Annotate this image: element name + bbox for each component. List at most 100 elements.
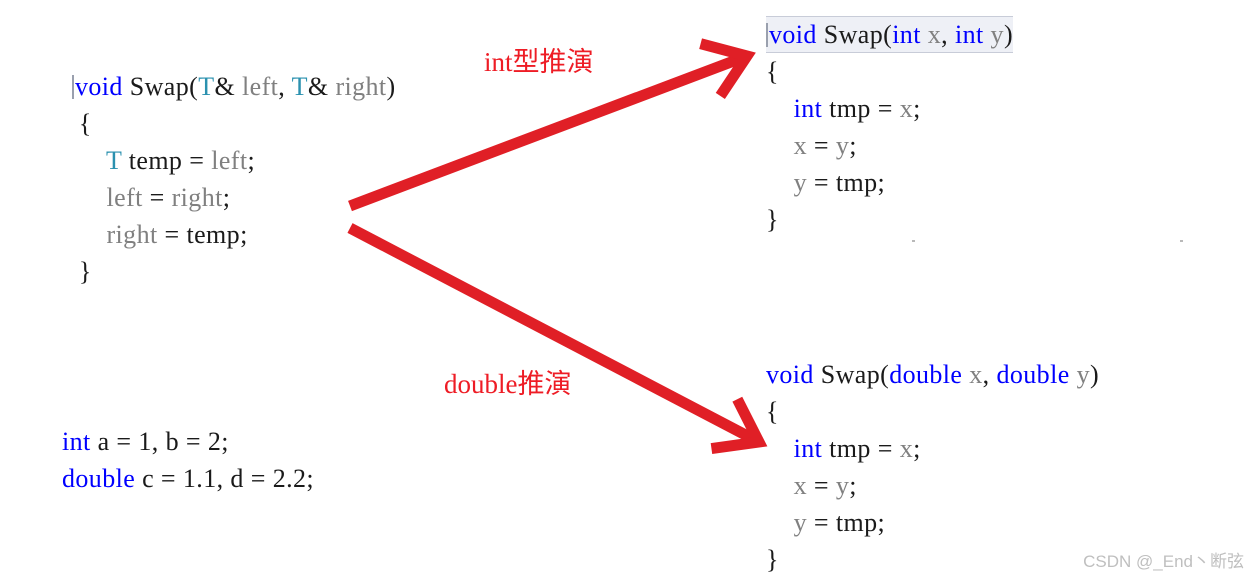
- code-token: ;: [913, 434, 921, 463]
- code-token: y: [835, 131, 850, 160]
- code-token: =: [109, 427, 139, 456]
- code-token: =: [154, 464, 183, 493]
- code-token: (: [883, 20, 893, 49]
- arrow-to-double-instantiation: [347, 223, 768, 455]
- code-token: ): [1089, 360, 1100, 389]
- code-line: {: [72, 105, 396, 142]
- code-line: }: [72, 253, 396, 290]
- code-token: void: [766, 360, 814, 389]
- code-token: T: [291, 72, 308, 101]
- code-token: =: [807, 471, 836, 500]
- code-token: left: [242, 72, 279, 101]
- code-token: ,: [278, 72, 292, 101]
- render-artifact-dot: [1180, 240, 1183, 242]
- code-token: &: [214, 72, 243, 101]
- code-token: Swap: [823, 20, 884, 49]
- code-token: 2: [207, 427, 222, 456]
- code-token: }: [72, 257, 92, 286]
- code-token: x: [927, 20, 942, 49]
- code-token: }: [766, 205, 779, 234]
- code-token: ;: [849, 131, 857, 160]
- code-token: (: [880, 360, 890, 389]
- code-token: 1.1: [182, 464, 217, 493]
- code-token: &: [307, 72, 336, 101]
- code-token: ;: [849, 471, 857, 500]
- code-token: y: [1076, 360, 1090, 389]
- code-token: y: [793, 508, 808, 537]
- code-token: Swap: [820, 360, 881, 389]
- code-token: tmp: [829, 434, 871, 463]
- code-token: =: [142, 183, 172, 212]
- code-token: double: [996, 360, 1070, 389]
- code-line: int tmp = x;: [766, 430, 1099, 467]
- template-swap-code-block: void Swap(T& left, T& right) { T temp = …: [72, 68, 396, 290]
- code-token: }: [766, 545, 779, 574]
- code-token: Swap: [129, 72, 190, 101]
- arrow-head-icon: [699, 38, 756, 99]
- code-token: b: [165, 427, 180, 456]
- code-token: ;: [222, 183, 231, 212]
- annotation-int-deduction: int型推演: [484, 47, 594, 77]
- code-token: int: [793, 434, 823, 463]
- code-token: x: [793, 471, 808, 500]
- code-token: ;: [913, 94, 921, 123]
- code-line: void Swap(int x, int y): [766, 16, 1013, 53]
- code-token: ,: [216, 464, 231, 493]
- code-token: x: [899, 434, 914, 463]
- csdn-watermark: CSDN @_End丶断弦: [1083, 552, 1244, 571]
- code-token: right: [171, 183, 223, 212]
- code-token: {: [766, 397, 779, 426]
- code-token: double: [889, 360, 963, 389]
- code-token: 1: [138, 427, 152, 456]
- code-token: y: [793, 168, 808, 197]
- code-token: x: [899, 94, 914, 123]
- code-token: ): [1003, 20, 1013, 49]
- code-token: ,: [941, 20, 955, 49]
- code-token: left: [106, 183, 143, 212]
- code-token: T: [106, 146, 122, 175]
- code-token: (: [189, 72, 199, 101]
- code-line: void Swap(double x, double y): [766, 356, 1099, 393]
- code-token: =: [179, 427, 208, 456]
- code-line: }: [766, 201, 1013, 238]
- variable-declarations-code-block: int a = 1, b = 2; double c = 1.1, d = 2.2…: [62, 423, 314, 497]
- code-token: int: [892, 20, 921, 49]
- code-token: =: [182, 146, 212, 175]
- code-token: c: [142, 464, 155, 493]
- code-token: 2.2: [272, 464, 307, 493]
- code-line: }: [766, 541, 1099, 578]
- text-caret-icon: [766, 23, 768, 47]
- code-token: temp: [128, 146, 183, 175]
- code-token: int: [954, 20, 984, 49]
- code-token: y: [990, 20, 1004, 49]
- code-token: right: [106, 220, 158, 249]
- code-line: y = tmp;: [766, 504, 1099, 541]
- code-token: tmp: [829, 94, 871, 123]
- code-token: left: [211, 146, 248, 175]
- code-token: =: [870, 434, 900, 463]
- code-token: {: [72, 109, 92, 138]
- code-token: =: [807, 168, 836, 197]
- code-line: {: [766, 53, 1013, 90]
- code-token: ;: [221, 427, 229, 456]
- code-line: void Swap(T& left, T& right): [72, 68, 396, 105]
- code-token: ;: [306, 464, 315, 493]
- code-token: =: [870, 94, 900, 123]
- code-token: y: [835, 471, 850, 500]
- code-line: int a = 1, b = 2;: [62, 423, 314, 460]
- code-token: {: [766, 57, 779, 86]
